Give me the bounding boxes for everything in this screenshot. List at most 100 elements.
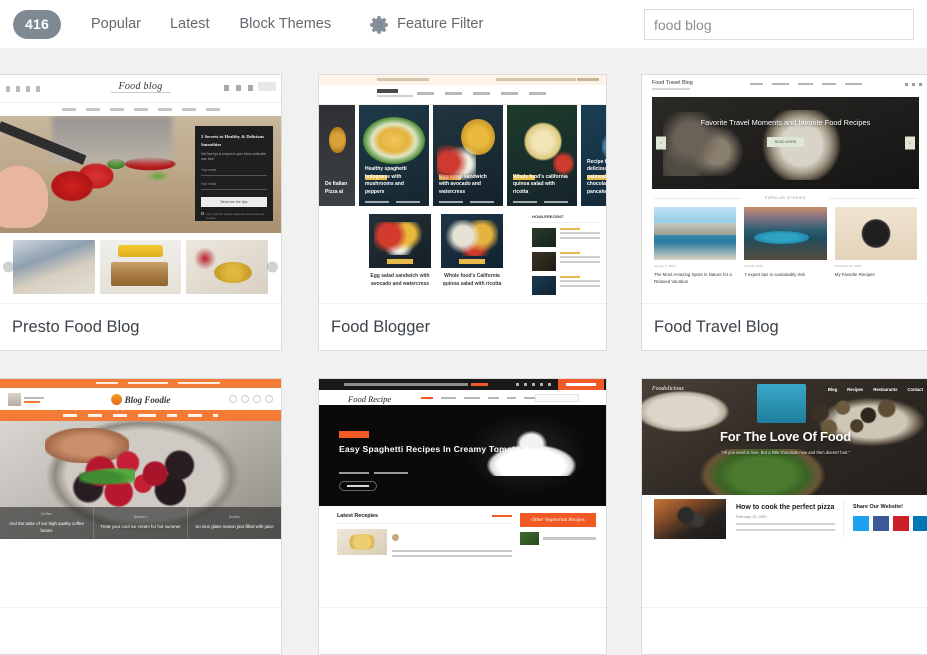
theme-screenshot[interactable]: Blog Foodie Coffee And the taste of our … bbox=[0, 379, 281, 607]
social-icons bbox=[905, 83, 922, 86]
twitter-icon bbox=[853, 516, 869, 531]
consent-text: Yes I read the privacy statement and acc… bbox=[206, 211, 264, 221]
section-link bbox=[492, 514, 512, 518]
preview-topbar bbox=[319, 379, 606, 390]
preview-topbar bbox=[0, 379, 281, 388]
topbar-link bbox=[471, 383, 488, 386]
post-image bbox=[654, 207, 737, 260]
section-title: Latest Recepies bbox=[337, 513, 379, 519]
theme-title bbox=[642, 607, 927, 654]
header-left bbox=[8, 393, 44, 406]
theme-card[interactable]: De Italian Pizza al Healthy spaghetti bo… bbox=[318, 74, 607, 351]
email-field: Your email bbox=[201, 182, 267, 190]
hero-heading: Favorite Travel Moments and favorite Foo… bbox=[700, 118, 871, 127]
theme-title: Food Blogger bbox=[319, 303, 606, 350]
share-icons bbox=[853, 516, 927, 531]
caption-text: Treat your cool ice cream for hot summer bbox=[100, 524, 181, 530]
pinterest-icon bbox=[893, 516, 909, 531]
avatar bbox=[392, 534, 399, 542]
sidebar-text bbox=[560, 276, 600, 295]
linkedin-icon bbox=[913, 516, 927, 531]
theme-screenshot[interactable]: Foodolicious Blog Recipes Restaurants Co… bbox=[642, 379, 927, 607]
theme-card[interactable]: Food Travel Blog ‹ › Favorite Travel Mom… bbox=[641, 74, 927, 351]
preview-topbar: Food blog bbox=[0, 75, 281, 103]
theme-card[interactable]: Food blog 5 Secrets to Healthy & Delicio… bbox=[0, 74, 282, 351]
sidebar-thumb bbox=[532, 276, 556, 295]
lower-post-title: Egg salad sandwich with avocado and wate… bbox=[370, 273, 430, 287]
social-icons bbox=[6, 86, 40, 92]
theme-screenshot[interactable]: Food blog 5 Secrets to Healthy & Delicio… bbox=[0, 75, 281, 303]
preview-header: Food Recipe bbox=[319, 390, 606, 405]
site-logo bbox=[377, 89, 413, 98]
site-logo-text: Food Travel Blog bbox=[652, 80, 693, 86]
preview-hero: 5 Secrets to Healthy & Delicious Smoothi… bbox=[0, 116, 281, 233]
nav-item: Recipes bbox=[847, 386, 864, 392]
theme-screenshot[interactable]: Food Travel Blog ‹ › Favorite Travel Mom… bbox=[642, 75, 927, 303]
thumb-item bbox=[13, 240, 95, 294]
section-header: Latest Recepies bbox=[337, 513, 512, 524]
hero-text: Favorite Travel Moments and favorite Foo… bbox=[652, 117, 919, 148]
preview-hero: Foodolicious Blog Recipes Restaurants Co… bbox=[642, 379, 927, 495]
theme-preview-blog-foodie: Blog Foodie Coffee And the taste of our … bbox=[0, 379, 281, 607]
shop-button bbox=[258, 82, 276, 91]
post-title: How to cook the perfect pizza bbox=[736, 504, 835, 511]
name-field: Your name bbox=[201, 168, 267, 176]
site-logo: Blog Foodie bbox=[110, 394, 170, 405]
post-card-title: Whole food's california quinoa salad wit… bbox=[513, 173, 568, 195]
sidebar-text bbox=[560, 228, 600, 247]
preview-nav bbox=[750, 83, 862, 86]
theme-filter-bar: 416 Popular Latest Block Themes Feature … bbox=[0, 0, 927, 48]
post-image bbox=[744, 207, 827, 260]
hero-button: READ MORE bbox=[766, 136, 805, 147]
preview-sidebar: HOWLERECENT bbox=[532, 214, 600, 295]
lower-post-badge bbox=[459, 259, 485, 264]
social-icons bbox=[516, 383, 551, 386]
theme-title: Food Travel Blog bbox=[642, 303, 927, 350]
recipe-image bbox=[337, 529, 387, 555]
topbar-left-text bbox=[377, 78, 429, 81]
post-date: February 19, 2021 bbox=[736, 515, 768, 519]
search-input[interactable] bbox=[644, 9, 914, 40]
logo-mark bbox=[110, 394, 122, 405]
share-title: Share Our Website! bbox=[853, 504, 903, 510]
preview-header: Foodolicious Blog Recipes Restaurants Co… bbox=[642, 379, 927, 399]
theme-screenshot[interactable]: De Italian Pizza al Healthy spaghetti bo… bbox=[319, 75, 606, 303]
latest-recipes-section: Latest Recepies bbox=[337, 513, 512, 558]
preview-nav bbox=[417, 92, 546, 95]
theme-card[interactable]: Food Recipe Easy Spaghetti Recipes In Cr… bbox=[318, 378, 607, 655]
post-card: Egg salad sandwich with avocado and wate… bbox=[433, 105, 503, 206]
topbar-social bbox=[577, 78, 599, 81]
post-card-title: Egg salad sandwich with avocado and wate… bbox=[439, 173, 487, 195]
search-box bbox=[535, 394, 579, 402]
tab-latest[interactable]: Latest bbox=[170, 16, 210, 32]
social-icons bbox=[229, 395, 273, 403]
hero-button bbox=[339, 481, 377, 491]
lower-post-image bbox=[441, 214, 503, 268]
theme-card[interactable]: Blog Foodie Coffee And the taste of our … bbox=[0, 378, 282, 655]
feature-filter-button[interactable]: Feature Filter bbox=[370, 15, 483, 34]
sidebar-title: Other Vegetarian Recipes bbox=[520, 513, 596, 527]
sidebar-item bbox=[532, 252, 600, 271]
slider-next-icon: › bbox=[905, 136, 915, 150]
salad-bowl-shape bbox=[687, 448, 838, 495]
hero-sub: "All you need is love. But a little choc… bbox=[720, 450, 851, 455]
post-card: Whole food's california quinoa salad wit… bbox=[507, 105, 577, 206]
theme-preview-presto: Food blog 5 Secrets to Healthy & Delicio… bbox=[0, 75, 281, 303]
preview-hero: Coffee And the taste of our high quality… bbox=[0, 421, 281, 539]
tab-popular[interactable]: Popular bbox=[91, 16, 141, 32]
site-logo: Food blog bbox=[110, 81, 171, 93]
preview-hero: Easy Spaghetti Recipes In Creamy Tomato … bbox=[319, 405, 606, 506]
theme-search-wrapper bbox=[644, 9, 914, 40]
thumb-item bbox=[99, 240, 182, 294]
tab-block-themes[interactable]: Block Themes bbox=[239, 16, 331, 32]
preview-nav bbox=[0, 410, 281, 421]
preview-sidebar: Other Vegetarian Recipes bbox=[520, 513, 596, 547]
mint-shape bbox=[78, 468, 135, 488]
post-item: January 4, 2021 The Most Amazing Spots i… bbox=[654, 207, 737, 285]
theme-screenshot[interactable]: Food Recipe Easy Spaghetti Recipes In Cr… bbox=[319, 379, 606, 607]
post-date: January 4, 2021 bbox=[654, 264, 676, 268]
lower-post: Whole food's California quinoa salad wit… bbox=[441, 214, 503, 289]
theme-title: Presto Food Blog bbox=[0, 303, 281, 350]
post-card-meta bbox=[513, 200, 568, 203]
theme-card[interactable]: Foodolicious Blog Recipes Restaurants Co… bbox=[641, 378, 927, 655]
